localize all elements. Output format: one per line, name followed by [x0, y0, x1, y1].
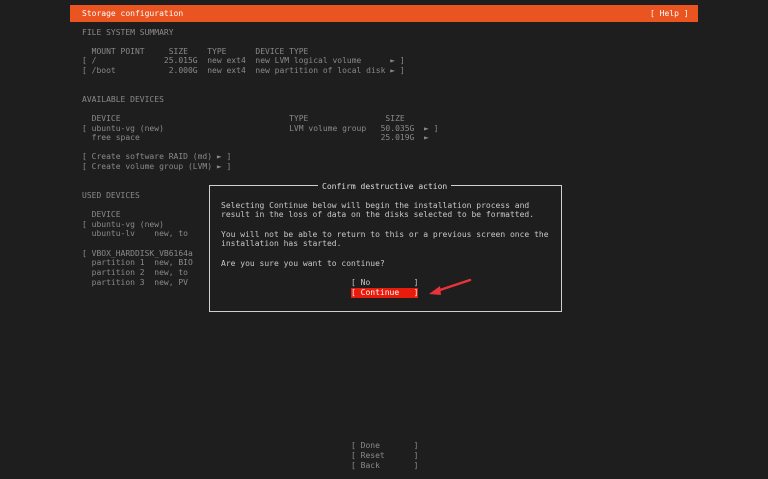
continue-button[interactable]: [ Continue ] — [351, 288, 419, 298]
used-line: DEVICE — [82, 210, 121, 219]
back-button[interactable]: [ Back ] — [351, 461, 418, 471]
used-heading: USED DEVICES — [82, 191, 140, 200]
annotation-arrow-icon — [429, 278, 472, 295]
used-line: ubuntu-lv new, to — [82, 229, 188, 238]
dialog-title: Confirm destructive action — [318, 182, 452, 192]
done-button[interactable]: [ Done ] — [351, 441, 418, 451]
help-button[interactable]: [ Help ] — [650, 9, 689, 19]
used-line: partition 2 new, to — [82, 268, 188, 277]
page-title: Storage configuration — [82, 9, 184, 18]
fs-row-boot[interactable]: [ /boot 2.000G new ext4 new partition of… — [82, 66, 405, 76]
used-line: partition 3 new, PV — [82, 278, 188, 287]
dialog-text: installation has started. — [221, 239, 342, 248]
used-line: partition 1 new, BIO — [82, 258, 193, 267]
fs-summary-heading: FILE SYSTEM SUMMARY — [82, 28, 174, 37]
no-button[interactable]: [ No ] — [351, 278, 418, 288]
header-bar: Storage configuration [ Help ] — [70, 5, 698, 22]
dialog-question: Are you sure you want to continue? — [221, 259, 385, 268]
available-row-free[interactable]: free space 25.019G ► — [82, 133, 429, 143]
dialog-text: result in the loss of data on the disks … — [221, 210, 535, 219]
create-vg-button[interactable]: [ Create volume group (LVM) ► ] — [82, 162, 231, 172]
reset-button[interactable]: [ Reset ] — [351, 451, 418, 461]
create-raid-button[interactable]: [ Create software RAID (md) ► ] — [82, 152, 231, 162]
available-columns: DEVICE TYPE SIZE — [82, 114, 405, 123]
fs-row-root[interactable]: [ / 25.015G new ext4 new LVM logical vol… — [82, 56, 405, 66]
available-heading: AVAILABLE DEVICES — [82, 95, 164, 104]
